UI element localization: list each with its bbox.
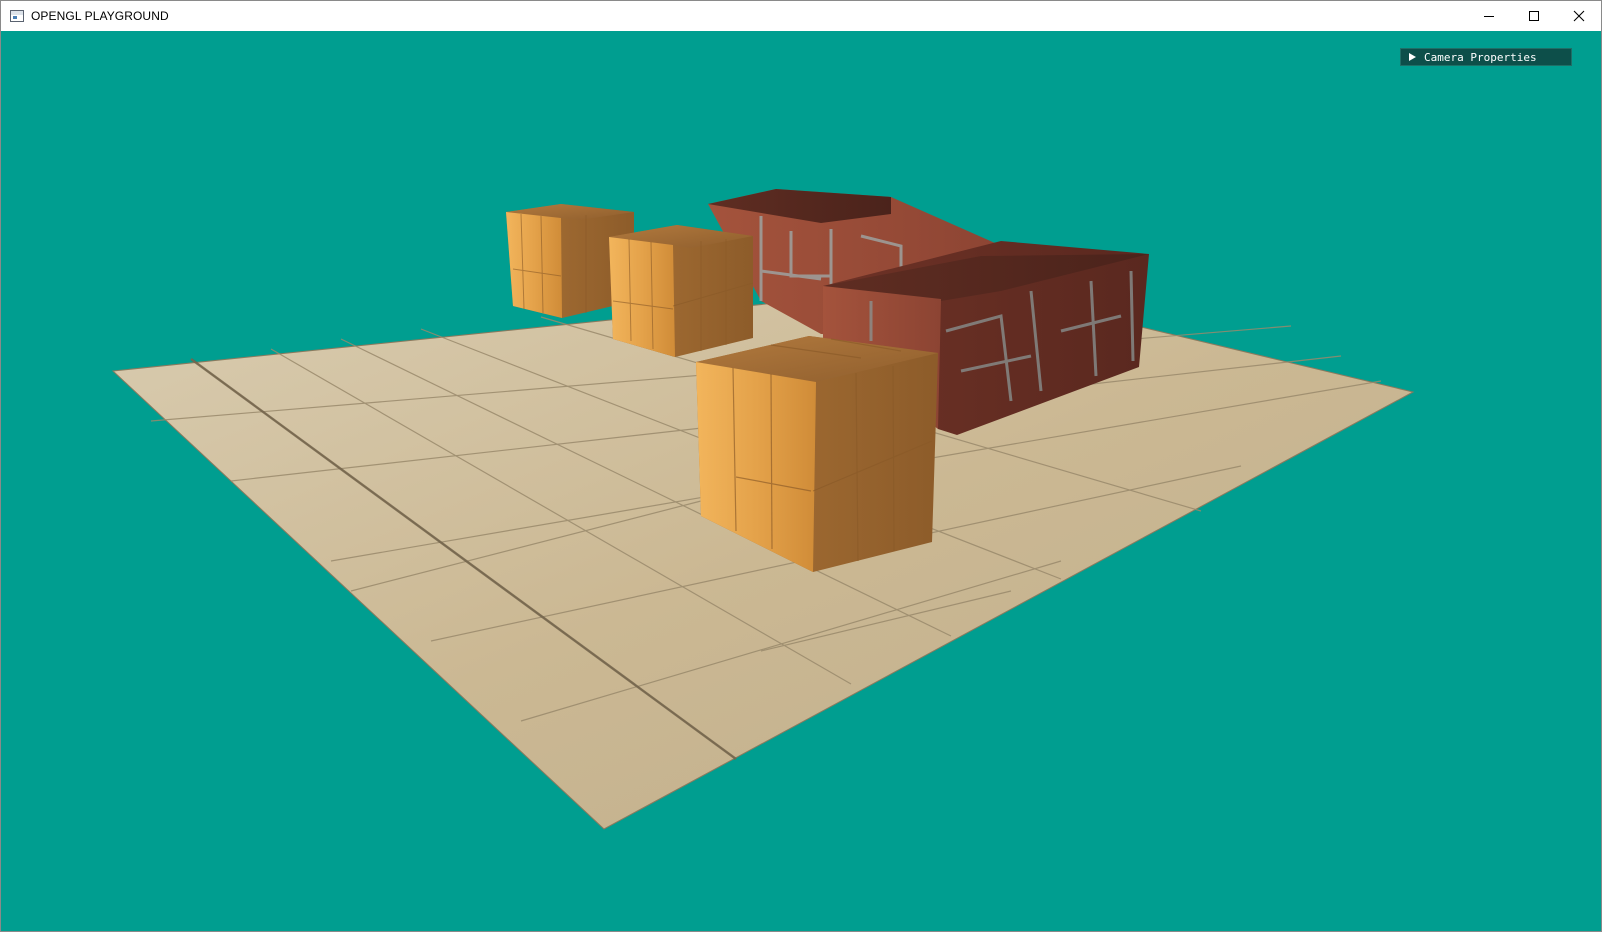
app-window-icon[interactable] <box>10 10 24 22</box>
scene-render <box>111 189 1415 830</box>
camera-properties-header[interactable]: Camera Properties <box>1400 48 1572 66</box>
wooden-crate-middle <box>609 225 754 357</box>
title-bar[interactable]: OPENGL PLAYGROUND <box>1 1 1601 31</box>
collapse-arrow-icon[interactable] <box>1409 53 1416 61</box>
close-button[interactable] <box>1556 1 1601 31</box>
app-window: OPENGL PLAYGROUND Camera Properties <box>0 0 1602 932</box>
window-controls <box>1466 1 1601 31</box>
minimize-icon <box>1483 16 1494 17</box>
camera-properties-label: Camera Properties <box>1424 50 1537 64</box>
minimize-button[interactable] <box>1466 1 1511 31</box>
opengl-viewport[interactable]: Camera Properties <box>1 32 1601 931</box>
close-icon <box>1573 10 1584 22</box>
window-title: OPENGL PLAYGROUND <box>31 9 169 23</box>
maximize-icon <box>1528 11 1539 21</box>
maximize-button[interactable] <box>1511 1 1556 31</box>
